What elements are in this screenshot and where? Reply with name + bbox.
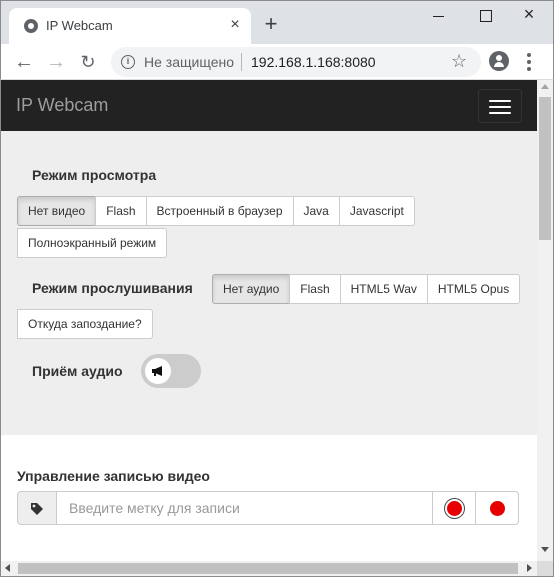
tab-close-icon[interactable]: × <box>227 17 243 33</box>
scroll-up-arrow-icon[interactable] <box>541 84 549 89</box>
browser-tabstrip: IP Webcam × + × <box>0 0 554 45</box>
tag-addon <box>17 491 57 525</box>
listen-mode-none-button[interactable]: Нет аудио <box>212 274 291 304</box>
view-mode-group: Нет видео Flash Встроенный в браузер Jav… <box>17 196 415 226</box>
scroll-left-arrow-icon[interactable] <box>5 564 10 572</box>
vertical-scroll-thumb[interactable] <box>539 97 551 240</box>
app-brand[interactable]: IP Webcam <box>16 95 108 116</box>
browser-tab[interactable]: IP Webcam × <box>9 8 251 45</box>
settings-panel: Режим просмотра Нет видео Flash Встроенн… <box>1 131 537 435</box>
vertical-scrollbar[interactable] <box>537 80 553 561</box>
delay-group: Откуда запоздание? <box>17 309 153 339</box>
horizontal-scroll-thumb[interactable] <box>18 563 518 574</box>
delay-info-button[interactable]: Откуда запоздание? <box>17 309 153 339</box>
toggle-knob <box>145 358 171 384</box>
minimize-window-icon[interactable] <box>431 7 447 23</box>
listen-mode-wav-button[interactable]: HTML5 Wav <box>339 274 428 304</box>
view-mode-extra-group: Полноэкранный режим <box>17 228 168 258</box>
megaphone-icon <box>152 366 162 376</box>
scrollbar-corner <box>537 561 553 576</box>
listen-mode-flash-button[interactable]: Flash <box>289 274 341 304</box>
view-mode-none-button[interactable]: Нет видео <box>17 196 97 226</box>
scroll-right-arrow-icon[interactable] <box>527 564 532 572</box>
recording-input-group <box>17 491 520 525</box>
webcam-favicon-icon <box>24 19 38 33</box>
maximize-window-icon[interactable] <box>478 7 494 23</box>
view-mode-flash-button[interactable]: Flash <box>95 196 147 226</box>
audio-receive-toggle[interactable] <box>141 354 201 388</box>
reload-icon[interactable]: ↻ <box>76 50 100 74</box>
hamburger-menu-button[interactable] <box>478 89 522 123</box>
listen-mode-group: Нет аудио Flash HTML5 Wav HTML5 Opus <box>212 274 521 304</box>
record-stop-button[interactable] <box>475 491 519 525</box>
security-status: Не защищено <box>144 54 234 70</box>
address-bar[interactable]: i Не защищено 192.168.1.168:8080 ☆ <box>111 47 481 77</box>
view-mode-java-button[interactable]: Java <box>292 196 340 226</box>
address-separator <box>241 53 242 71</box>
tab-title: IP Webcam <box>46 18 113 33</box>
listen-mode-label: Режим прослушивания <box>32 280 193 296</box>
tag-icon <box>31 503 43 515</box>
view-mode-fullscreen-button[interactable]: Полноэкранный режим <box>17 228 168 258</box>
browser-toolbar: ← → ↻ i Не защищено 192.168.1.168:8080 ☆ <box>0 44 554 80</box>
recording-tag-input[interactable] <box>57 491 433 525</box>
new-tab-icon[interactable]: + <box>261 13 281 35</box>
close-window-icon[interactable]: × <box>521 5 537 23</box>
view-mode-javascript-button[interactable]: Javascript <box>338 196 415 226</box>
bookmark-star-icon[interactable]: ☆ <box>451 51 467 72</box>
page-viewport: IP Webcam Режим просмотра Нет видео Flas… <box>0 80 554 577</box>
view-mode-browser-button[interactable]: Встроенный в браузер <box>145 196 294 226</box>
back-arrow-icon[interactable]: ← <box>12 50 36 74</box>
forward-arrow-icon[interactable]: → <box>44 50 68 74</box>
app-navbar: IP Webcam <box>1 80 537 131</box>
audio-receive-label: Приём аудио <box>32 363 123 379</box>
listen-mode-opus-button[interactable]: HTML5 Opus <box>426 274 521 304</box>
browser-menu-icon[interactable] <box>521 52 537 72</box>
view-mode-label: Режим просмотра <box>32 167 157 183</box>
url-text[interactable]: 192.168.1.168:8080 <box>251 54 376 70</box>
record-icon <box>447 501 462 516</box>
info-icon[interactable]: i <box>121 55 135 69</box>
horizontal-scrollbar[interactable] <box>1 561 537 576</box>
scroll-down-arrow-icon[interactable] <box>541 547 549 552</box>
record-icon <box>490 501 505 516</box>
recording-title: Управление записью видео <box>17 468 210 484</box>
record-start-button[interactable] <box>432 491 476 525</box>
account-icon[interactable] <box>489 51 509 71</box>
